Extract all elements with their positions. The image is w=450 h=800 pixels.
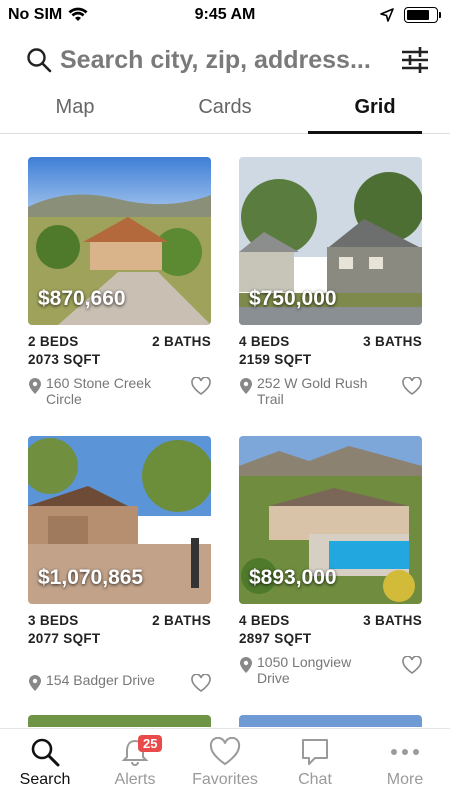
listing-card[interactable]: $893,000 4 BEDS 3 BATHS 2897 SQFT 1050 Lo… <box>239 436 422 686</box>
listing-beds: 2 BEDS <box>28 334 79 349</box>
search-icon <box>31 738 60 767</box>
filter-sliders-icon[interactable] <box>400 45 430 75</box>
nav-chat[interactable]: Chat <box>270 729 360 800</box>
location-pin-icon <box>240 378 252 394</box>
listing-sqft: 2159 SQFT <box>239 352 312 367</box>
listing-specs: 2 BEDS 2 BATHS 2073 SQFT <box>28 333 211 369</box>
location-pin-icon <box>29 378 41 394</box>
listing-price: $1,070,865 <box>38 566 144 589</box>
listing-grid: $870,660 2 BEDS 2 BATHS 2073 SQFT 160 Sto… <box>28 157 422 727</box>
nav-more[interactable]: More <box>360 729 450 800</box>
nav-favorites[interactable]: Favorites <box>180 729 270 800</box>
listing-photo[interactable]: $870,660 <box>28 157 211 325</box>
listing-specs: 4 BEDS 3 BATHS 2159 SQFT <box>239 333 422 369</box>
listing-sqft: 2897 SQFT <box>239 631 312 646</box>
carrier-label: No SIM <box>8 6 63 23</box>
listing-address: 154 Badger Drive <box>46 672 155 688</box>
status-right <box>380 7 441 23</box>
listing-address: 252 W Gold Rush Trail <box>257 375 368 407</box>
listing-sqft: 2073 SQFT <box>28 352 101 367</box>
nav-search-label: Search <box>19 771 71 788</box>
listing-card[interactable]: $1,070,865 3 BEDS 2 BATHS 2077 SQFT 154 B… <box>28 436 211 692</box>
favorite-heart-icon[interactable] <box>402 377 422 395</box>
location-pin-icon <box>240 657 252 673</box>
more-dots-icon <box>391 749 419 755</box>
search-icon <box>27 48 52 73</box>
nav-search[interactable]: Search <box>0 729 90 800</box>
listing-photo[interactable]: $750,000 <box>239 157 422 325</box>
listing-sqft: 2077 SQFT <box>28 631 101 646</box>
listing-photo[interactable] <box>28 715 211 727</box>
nav-favorites-label: Favorites <box>192 771 258 788</box>
status-bar: No SIM 9:45 AM <box>0 0 450 30</box>
search-bar <box>0 38 450 82</box>
wifi-icon <box>68 7 88 21</box>
alerts-badge: 25 <box>138 735 163 752</box>
listing-baths: 2 BATHS <box>152 334 211 349</box>
favorite-heart-icon[interactable] <box>402 656 422 674</box>
listing-price: $750,000 <box>249 287 337 310</box>
listing-beds: 4 BEDS <box>239 334 290 349</box>
tab-grid[interactable]: Grid <box>300 90 450 134</box>
listing-price: $893,000 <box>249 566 337 589</box>
listing-address-row: 154 Badger Drive <box>28 672 211 692</box>
listing-baths: 2 BATHS <box>152 613 211 628</box>
chat-icon <box>302 739 328 765</box>
listing-address-row: 160 Stone Creek Circle <box>28 375 211 407</box>
listing-beds: 4 BEDS <box>239 613 290 628</box>
location-arrow-icon <box>380 8 394 22</box>
listing-photo[interactable]: $1,070,865 <box>28 436 211 604</box>
listing-address: 1050 Longview Drive <box>257 654 352 686</box>
nav-more-label: More <box>386 771 424 788</box>
listing-price: $870,660 <box>38 287 126 310</box>
heart-icon <box>209 737 241 766</box>
listing-card[interactable] <box>28 715 211 727</box>
listing-specs: 4 BEDS 3 BATHS 2897 SQFT <box>239 612 422 648</box>
view-tabs: Map Cards Grid <box>0 90 450 134</box>
listing-baths: 3 BATHS <box>363 613 422 628</box>
bottom-tab-bar: Search 25 Alerts Favorites Chat More <box>0 728 450 800</box>
status-left: No SIM <box>8 6 88 24</box>
tab-map[interactable]: Map <box>0 90 150 133</box>
battery-icon <box>404 7 441 23</box>
favorite-heart-icon[interactable] <box>191 377 211 395</box>
favorite-heart-icon[interactable] <box>191 674 211 692</box>
search-input[interactable] <box>60 45 400 75</box>
listing-card[interactable] <box>239 715 422 727</box>
listing-card[interactable]: $750,000 4 BEDS 3 BATHS 2159 SQFT 252 W G… <box>239 157 422 407</box>
listing-baths: 3 BATHS <box>363 334 422 349</box>
nav-alerts-label: Alerts <box>114 771 156 788</box>
listing-beds: 3 BEDS <box>28 613 79 628</box>
listing-address-row: 252 W Gold Rush Trail <box>239 375 422 407</box>
listing-address-row: 1050 Longview Drive <box>239 654 422 686</box>
location-pin-icon <box>29 675 41 691</box>
tab-cards[interactable]: Cards <box>150 90 300 133</box>
nav-chat-label: Chat <box>298 771 332 788</box>
listing-specs: 3 BEDS 2 BATHS 2077 SQFT <box>28 612 211 648</box>
listing-address: 160 Stone Creek Circle <box>46 375 152 407</box>
nav-alerts[interactable]: 25 Alerts <box>90 729 180 800</box>
listing-card[interactable]: $870,660 2 BEDS 2 BATHS 2073 SQFT 160 Sto… <box>28 157 211 407</box>
listing-photo[interactable] <box>239 715 422 727</box>
listing-photo[interactable]: $893,000 <box>239 436 422 604</box>
